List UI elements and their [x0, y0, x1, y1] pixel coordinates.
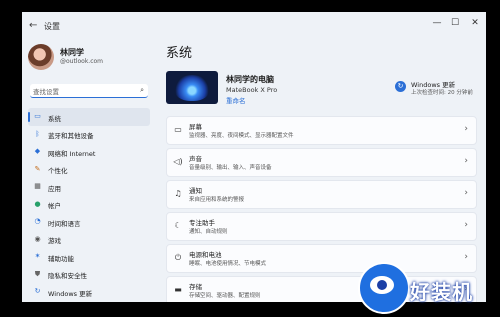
maximize-icon[interactable]: ☐: [448, 18, 462, 28]
sidebar-item[interactable]: ◔ 时间和语言: [28, 213, 150, 231]
card-title: 声音: [189, 155, 202, 163]
card-title: 屏幕: [189, 123, 202, 131]
display-icon: ▭: [174, 125, 182, 134]
close-icon[interactable]: ✕: [468, 18, 482, 28]
sidebar-item-label: 系统: [48, 114, 61, 123]
windows-update-icon: ↻: [34, 287, 41, 295]
brush-icon: ✎: [34, 164, 41, 173]
sidebar-item[interactable]: ▭ 系统: [28, 108, 150, 126]
wifi-icon: ◆: [34, 147, 41, 155]
clock-globe-icon: ◔: [34, 217, 41, 225]
settings-card[interactable]: ⏻ 电源和电池睡眠、电池使用情况、节电模式 ›: [166, 244, 477, 273]
settings-card[interactable]: ▭ 屏幕监视器、亮度、夜间模式、显示器配置文件 ›: [166, 116, 477, 145]
bluetooth-icon: ᛒ: [35, 129, 40, 138]
accessibility-icon: ✶: [34, 252, 41, 260]
person-icon: ●: [34, 199, 41, 208]
page-title: 系统: [166, 46, 193, 61]
window-title: 设置: [44, 22, 60, 31]
windows-update-subtitle: 上次检查时间: 20 分钟前: [411, 90, 473, 96]
search-input[interactable]: 查找设置 ⌕: [30, 84, 148, 98]
device-wallpaper-image: [166, 71, 218, 104]
profile-email: @outlook.com: [60, 58, 104, 65]
monitor-icon: ▭: [34, 112, 41, 120]
chevron-right-icon: ›: [464, 220, 468, 230]
watermark-pupil-icon: [377, 280, 387, 290]
sidebar-item[interactable]: ◆ 网络和 Internet: [28, 143, 150, 161]
sidebar-item-label: 隐私和安全性: [48, 272, 87, 280]
sidebar-item-label: 帐户: [48, 202, 61, 210]
card-description: 存储空间、驱动器、配置规则: [189, 293, 261, 299]
settings-card[interactable]: ☾ 专注助手通知、自动规则 ›: [166, 212, 477, 241]
chevron-right-icon: ›: [464, 252, 468, 262]
sidebar-item[interactable]: ✎ 个性化: [28, 161, 150, 179]
sidebar-item-label: 时间和语言: [48, 219, 81, 228]
search-icon[interactable]: ⌕: [140, 86, 144, 95]
sidebar-item-label: 游戏: [48, 237, 61, 245]
card-description: 通知、自动规则: [189, 229, 228, 235]
card-title: 存储: [189, 283, 202, 291]
settings-card[interactable]: ◁) 声音音量级别、输出、输入、声音设备 ›: [166, 148, 477, 177]
sidebar-item-label: 网络和 Internet: [48, 149, 96, 158]
profile-name: 林同学: [60, 48, 84, 57]
card-title: 电源和电池: [189, 251, 222, 259]
sidebar-item[interactable]: ◉ 游戏: [28, 231, 150, 249]
sidebar-item[interactable]: ● 帐户: [28, 196, 150, 214]
sidebar-item-label: 个性化: [48, 167, 68, 175]
card-description: 睡眠、电池使用情况、节电模式: [189, 261, 267, 267]
chevron-right-icon: ›: [464, 124, 468, 134]
chevron-right-icon: ›: [464, 156, 468, 166]
minimize-icon[interactable]: —: [430, 18, 444, 28]
apps-icon: ▦: [34, 182, 41, 190]
rename-link[interactable]: 重命名: [226, 95, 246, 105]
sidebar-item-label: Windows 更新: [48, 289, 93, 298]
settings-card[interactable]: ♫ 通知来自应用和系统的警报 ›: [166, 180, 477, 209]
avatar[interactable]: [28, 44, 54, 70]
watermark-text: 好装机: [410, 280, 473, 304]
sidebar-item[interactable]: ⛊ 隐私和安全性: [28, 266, 150, 284]
device-model: MateBook X Pro: [226, 86, 278, 94]
moon-icon: ☾: [174, 221, 182, 230]
sidebar-nav: ▭ 系统 ᛒ 蓝牙和其他设备 ◆ 网络和 Internet ✎ 个性化 ▦ 应用 ● 帐户 ◔ 时间和语言…: [28, 108, 150, 301]
sidebar-item[interactable]: ↻ Windows 更新: [28, 283, 150, 301]
sidebar-item[interactable]: ✶ 辅助功能: [28, 248, 150, 266]
windows-update-icon[interactable]: ↻: [395, 81, 406, 92]
card-description: 来自应用和系统的警报: [189, 197, 245, 203]
windows-bloom-graphic: [174, 75, 210, 101]
game-controller-icon: ◉: [34, 234, 41, 243]
sidebar-item-label: 辅助功能: [48, 254, 74, 263]
search-placeholder: 查找设置: [33, 88, 59, 96]
shield-icon: ⛊: [34, 269, 41, 278]
sidebar-item[interactable]: ▦ 应用: [28, 178, 150, 196]
card-description: 监视器、亮度、夜间模式、显示器配置文件: [189, 133, 294, 139]
title-bar: ← 设置 — ☐ ✕: [22, 12, 486, 42]
bell-icon: ♫: [174, 189, 182, 198]
speaker-icon: ◁): [173, 157, 183, 166]
sidebar-item[interactable]: ᛒ 蓝牙和其他设备: [28, 126, 150, 144]
back-arrow-icon[interactable]: ←: [29, 20, 37, 31]
device-name: 林同学的电脑: [226, 75, 274, 84]
settings-window: ← 设置 — ☐ ✕ 林同学 @outlook.com 查找设置 ⌕ ▭ 系统 ᛒ 蓝…: [22, 12, 486, 302]
card-description: 音量级别、输出、输入、声音设备: [189, 165, 272, 171]
power-icon: ⏻: [174, 253, 182, 262]
card-title: 专注助手: [189, 219, 215, 227]
storage-icon: ▬: [174, 285, 182, 294]
chevron-right-icon: ›: [464, 188, 468, 198]
card-title: 通知: [189, 187, 202, 195]
sidebar-item-label: 蓝牙和其他设备: [48, 132, 94, 140]
sidebar-item-label: 应用: [48, 184, 61, 193]
